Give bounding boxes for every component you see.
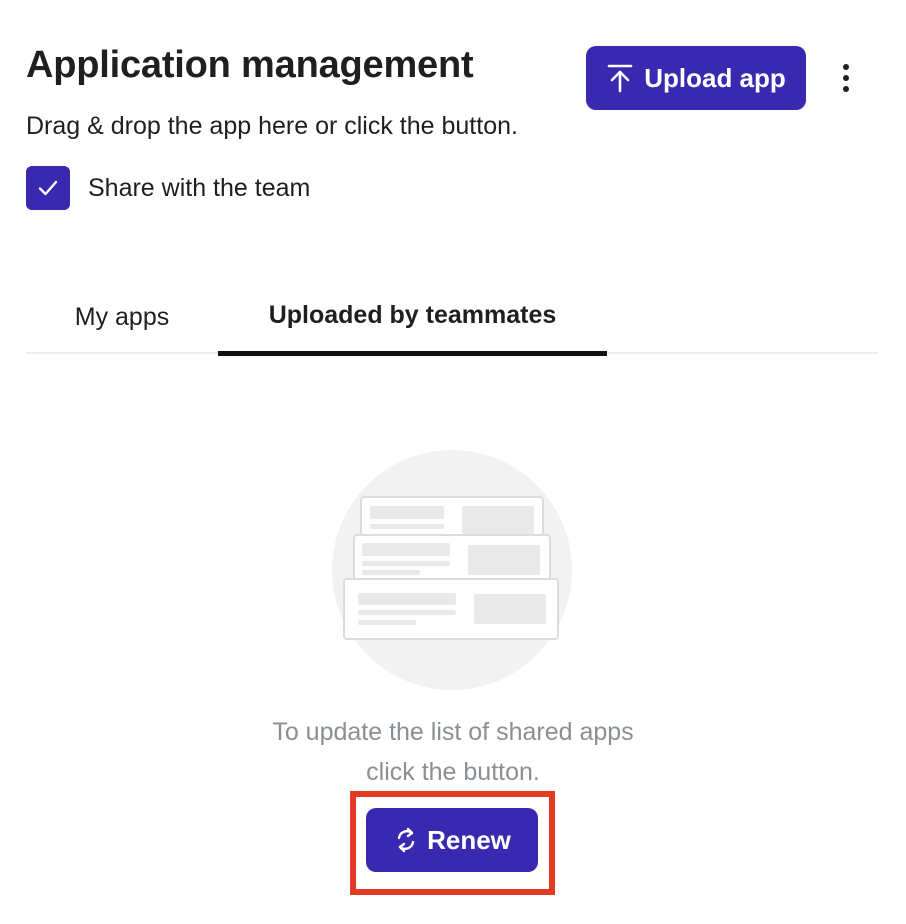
share-with-team-checkbox[interactable]: Share with the team — [26, 166, 310, 210]
checkbox-checked[interactable] — [26, 166, 70, 210]
page-subtitle: Drag & drop the app here or click the bu… — [26, 112, 518, 140]
upload-app-label: Upload app — [644, 62, 786, 93]
renew-label: Renew — [427, 824, 511, 855]
upload-icon — [606, 63, 634, 93]
check-icon — [38, 180, 58, 196]
share-with-team-label: Share with the team — [88, 173, 311, 202]
more-options-button[interactable] — [830, 58, 862, 98]
tabs: My apps Uploaded by teammates — [26, 280, 878, 356]
tab-my-apps[interactable]: My apps — [26, 280, 218, 354]
empty-state-illustration — [332, 450, 572, 690]
refresh-icon — [393, 826, 419, 854]
page-title: Application management — [26, 44, 474, 86]
empty-state-text-line-1: To update the list of shared apps — [272, 718, 634, 746]
tab-uploaded-by-teammates[interactable]: Uploaded by teammates — [218, 280, 607, 356]
more-vertical-icon — [843, 64, 849, 70]
empty-state-text-line-2: click the button. — [366, 758, 540, 786]
upload-app-button[interactable]: Upload app — [586, 46, 806, 110]
renew-button[interactable]: Renew — [366, 808, 538, 872]
